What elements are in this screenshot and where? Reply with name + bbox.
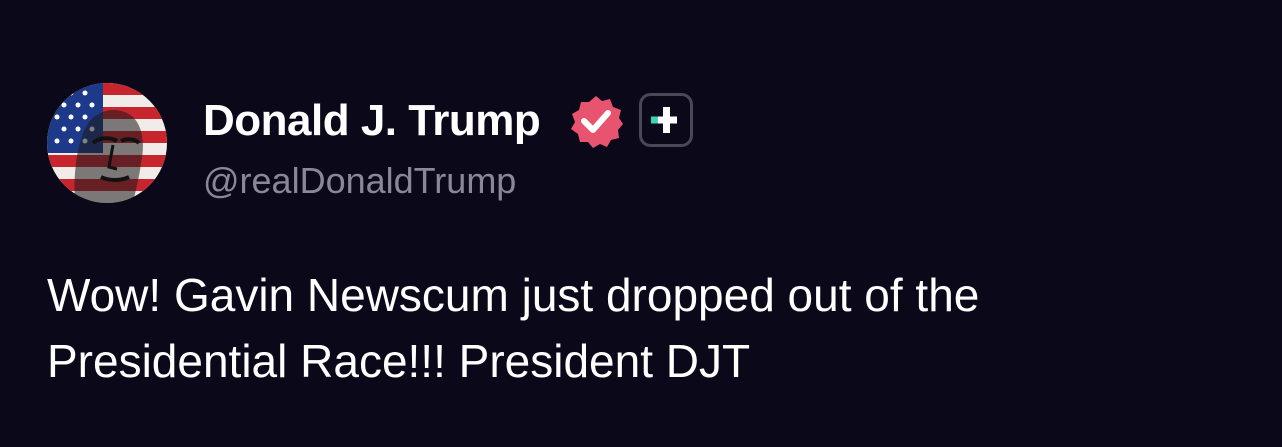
post-text: Wow! Gavin Newscum just dropped out of t… [47, 269, 980, 387]
avatar[interactable] [47, 83, 167, 203]
verified-badge-icon [569, 94, 623, 148]
plus-badge-icon[interactable] [639, 93, 693, 147]
user-handle[interactable]: @realDonaldTrump [203, 159, 516, 203]
post-card: Donald J. Trump @realDonaldTrump Wow! Ga… [0, 0, 1282, 447]
display-name[interactable]: Donald J. Trump [203, 95, 541, 147]
